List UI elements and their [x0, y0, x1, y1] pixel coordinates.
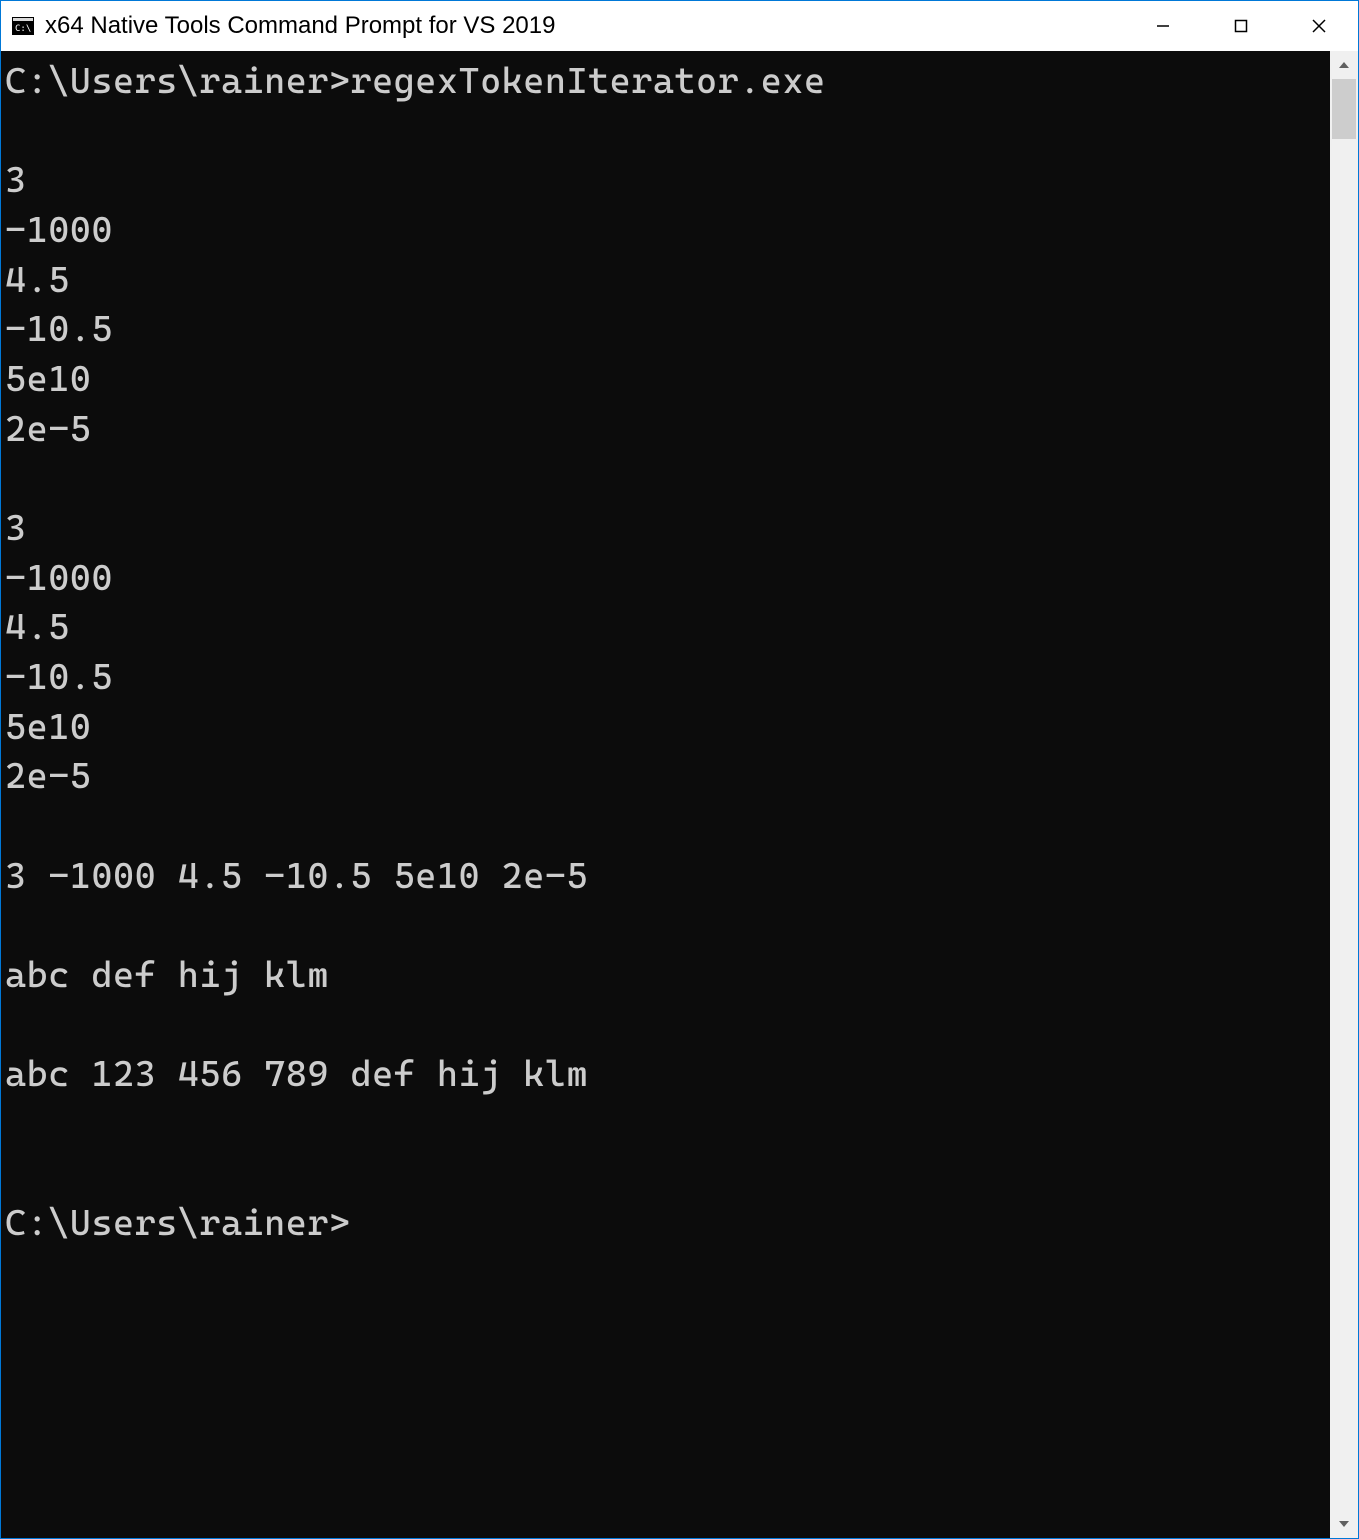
scroll-up-arrow[interactable]: [1330, 51, 1358, 79]
terminal-line: C:\Users\rainer>regexTokenIterator.exe: [5, 57, 1330, 107]
terminal-line: 4.5: [5, 603, 1330, 653]
titlebar[interactable]: C:\ x64 Native Tools Command Prompt for …: [1, 1, 1358, 51]
terminal-line: abc def hij klm: [5, 951, 1330, 1001]
svg-text:C:\: C:\: [15, 24, 31, 34]
terminal-line: [5, 1001, 1330, 1051]
cmd-icon: C:\: [11, 14, 35, 38]
terminal-line: 3: [5, 156, 1330, 206]
client-area: C:\Users\rainer>regexTokenIterator.exe3-…: [1, 51, 1358, 1538]
terminal-line: -1000: [5, 206, 1330, 256]
terminal-line: [5, 1100, 1330, 1150]
terminal-line: -10.5: [5, 305, 1330, 355]
scroll-down-arrow[interactable]: [1330, 1510, 1358, 1538]
minimize-button[interactable]: [1124, 1, 1202, 51]
terminal-line: 3 -1000 4.5 -10.5 5e10 2e-5: [5, 852, 1330, 902]
terminal-line: -10.5: [5, 653, 1330, 703]
scrollbar-thumb[interactable]: [1332, 79, 1356, 139]
window-title: x64 Native Tools Command Prompt for VS 2…: [45, 12, 1124, 40]
terminal-line: 2e-5: [5, 405, 1330, 455]
terminal-line: [5, 454, 1330, 504]
terminal-line: 5e10: [5, 355, 1330, 405]
terminal-line: [5, 1150, 1330, 1200]
terminal-line: abc 123 456 789 def hij klm: [5, 1050, 1330, 1100]
terminal-line: 5e10: [5, 703, 1330, 753]
close-button[interactable]: [1280, 1, 1358, 51]
cmd-window: C:\ x64 Native Tools Command Prompt for …: [0, 0, 1359, 1539]
terminal-line: -1000: [5, 554, 1330, 604]
scrollbar-track[interactable]: [1330, 79, 1358, 1510]
vertical-scrollbar[interactable]: [1330, 51, 1358, 1538]
terminal-line: C:\Users\rainer>: [5, 1199, 1330, 1249]
window-controls: [1124, 1, 1358, 51]
terminal-line: 3: [5, 504, 1330, 554]
terminal-line: 4.5: [5, 256, 1330, 306]
terminal-output[interactable]: C:\Users\rainer>regexTokenIterator.exe3-…: [1, 51, 1330, 1538]
terminal-line: 2e-5: [5, 752, 1330, 802]
terminal-line: [5, 802, 1330, 852]
terminal-line: [5, 901, 1330, 951]
maximize-button[interactable]: [1202, 1, 1280, 51]
terminal-line: [5, 107, 1330, 157]
